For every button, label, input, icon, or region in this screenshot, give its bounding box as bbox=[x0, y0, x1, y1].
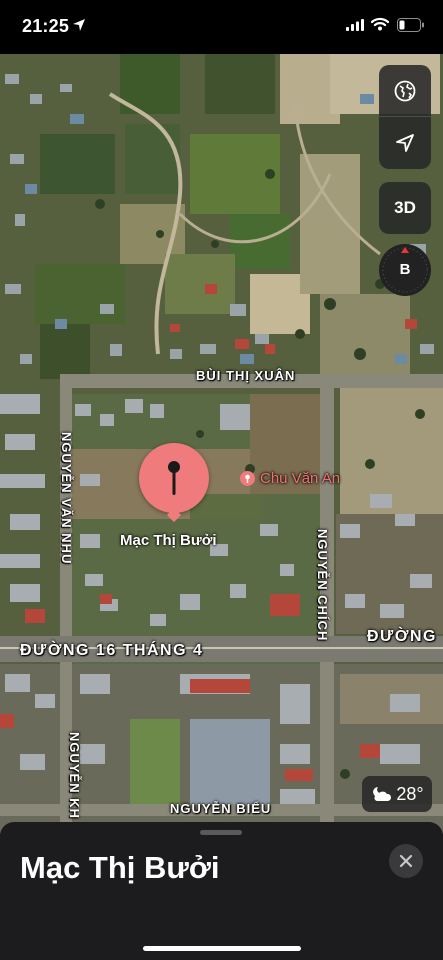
home-indicator[interactable] bbox=[143, 946, 301, 951]
status-time: 21:25 bbox=[22, 16, 70, 36]
selected-pin-label: Mạc Thị Bưởi bbox=[120, 532, 217, 549]
3d-toggle-button[interactable]: 3D bbox=[379, 182, 431, 234]
cellular-signal-icon bbox=[346, 19, 364, 31]
weather-badge[interactable]: 28° bbox=[362, 776, 432, 812]
road-label-nguyen-van-nhu: NGUYỄN VĂN NHU bbox=[59, 432, 74, 565]
poi-label-chu-van-an[interactable]: Chu Văn An bbox=[260, 470, 340, 487]
weather-temperature: 28° bbox=[396, 783, 424, 804]
compass-button[interactable]: B bbox=[379, 244, 431, 296]
wifi-icon bbox=[371, 17, 389, 31]
place-title: Mạc Thị Bưởi bbox=[20, 850, 220, 885]
partly-cloudy-night-icon bbox=[373, 787, 392, 801]
globe-icon bbox=[394, 80, 416, 102]
road-label-nguyen-bieu: NGUYỄN BIỂU bbox=[170, 801, 272, 816]
road-label-nguyen-kh: NGUYỄN KH bbox=[67, 732, 82, 820]
compass-letter: B bbox=[399, 261, 411, 278]
sheet-grabber[interactable] bbox=[200, 830, 242, 835]
road-label-bui-thi-xuan: BÙI THỊ XUÂN bbox=[196, 368, 296, 383]
selected-location-pin[interactable] bbox=[139, 443, 209, 513]
location-arrow-icon bbox=[396, 134, 414, 152]
map-mode-button[interactable] bbox=[379, 65, 431, 117]
close-button[interactable] bbox=[389, 844, 423, 878]
close-icon bbox=[399, 854, 413, 868]
road-label-nguyen-chich: NGUYỄN CHÍCH bbox=[315, 529, 330, 642]
status-bar: 21:25 bbox=[0, 0, 443, 54]
location-arrow-icon bbox=[73, 19, 85, 31]
locate-button[interactable] bbox=[379, 117, 431, 169]
map-pin-icon bbox=[168, 461, 180, 495]
poi-pin-icon[interactable] bbox=[240, 471, 255, 486]
map-controls bbox=[379, 65, 431, 169]
road-label-duong-16-thang-4: ĐƯỜNG 16 THÁNG 4 bbox=[20, 642, 204, 659]
satellite-map[interactable]: BÙI THỊ XUÂN NGUYỄN VĂN NHU NGUYỄN CHÍCH… bbox=[0, 54, 443, 834]
road-label-duong-right: ĐƯỜNG bbox=[367, 628, 437, 645]
place-card-sheet[interactable]: Mạc Thị Bưởi bbox=[0, 822, 443, 960]
battery-icon bbox=[397, 18, 424, 32]
poi-marker-glyph bbox=[245, 474, 250, 483]
